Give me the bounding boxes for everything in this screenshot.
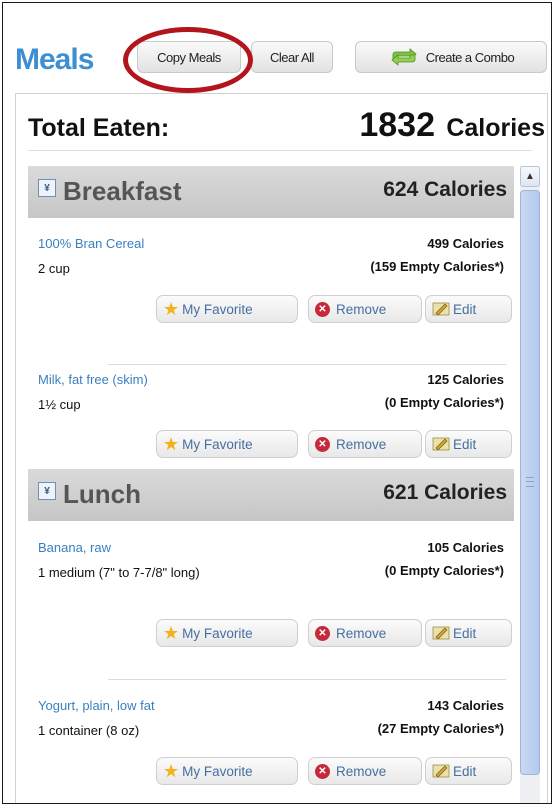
remove-button[interactable]: ✕ Remove bbox=[308, 619, 422, 647]
my-favorite-button[interactable]: ★ My Favorite bbox=[156, 757, 298, 785]
meal-list: ¥ Breakfast 624 Calories 100% Bran Cerea… bbox=[28, 166, 514, 803]
edit-button[interactable]: Edit bbox=[425, 619, 512, 647]
total-eaten-label: Total Eaten: bbox=[28, 114, 170, 142]
pencil-icon bbox=[432, 437, 450, 451]
edit-button[interactable]: Edit bbox=[425, 757, 512, 785]
food-calories: 105 Calories bbox=[427, 540, 504, 555]
meals-content: Total Eaten: 1832 Calories ¥ Breakfast 6… bbox=[15, 93, 548, 803]
food-serving: 1 container (8 oz) bbox=[38, 723, 140, 738]
cycle-arrows-icon bbox=[391, 48, 417, 66]
meal-calories: 624 Calories bbox=[383, 178, 507, 201]
pencil-icon bbox=[432, 302, 450, 316]
item-divider bbox=[108, 679, 506, 680]
collapse-icon[interactable]: ¥ bbox=[38, 482, 56, 500]
meal-header-lunch: ¥ Lunch 621 Calories bbox=[28, 469, 514, 521]
star-icon: ★ bbox=[163, 434, 180, 454]
meals-title: Meals bbox=[15, 43, 94, 76]
food-item: Banana, raw 1 medium (7" to 7-7/8" long)… bbox=[28, 540, 514, 656]
total-calories-unit: Calories bbox=[446, 114, 545, 142]
food-empty-calories: (0 Empty Calories*) bbox=[384, 395, 504, 410]
meal-header-breakfast: ¥ Breakfast 624 Calories bbox=[28, 166, 514, 218]
divider bbox=[28, 150, 532, 151]
vertical-scrollbar[interactable]: ▲ bbox=[520, 166, 540, 803]
remove-x-icon: ✕ bbox=[315, 763, 330, 779]
remove-x-icon: ✕ bbox=[315, 625, 330, 641]
remove-x-icon: ✕ bbox=[315, 301, 330, 317]
meal-name: Lunch bbox=[63, 479, 141, 509]
star-icon: ★ bbox=[163, 761, 180, 781]
pencil-icon bbox=[432, 626, 450, 640]
my-favorite-button[interactable]: ★ My Favorite bbox=[156, 430, 298, 458]
collapse-icon[interactable]: ¥ bbox=[38, 179, 56, 197]
my-favorite-label: My Favorite bbox=[182, 625, 253, 641]
item-divider bbox=[108, 364, 506, 365]
clear-all-button[interactable]: Clear All bbox=[251, 41, 333, 73]
food-serving: 1 medium (7" to 7-7/8" long) bbox=[38, 565, 200, 580]
food-calories: 499 Calories bbox=[427, 236, 504, 251]
edit-label: Edit bbox=[453, 625, 477, 641]
remove-button[interactable]: ✕ Remove bbox=[308, 430, 422, 458]
pencil-icon bbox=[432, 764, 450, 778]
remove-button[interactable]: ✕ Remove bbox=[308, 295, 422, 323]
food-name-link[interactable]: 100% Bran Cereal bbox=[38, 236, 144, 251]
remove-x-icon: ✕ bbox=[315, 436, 330, 452]
food-empty-calories: (27 Empty Calories*) bbox=[377, 721, 504, 736]
my-favorite-label: My Favorite bbox=[182, 301, 253, 317]
food-name-link[interactable]: Banana, raw bbox=[38, 540, 111, 555]
star-icon: ★ bbox=[163, 299, 180, 319]
remove-label: Remove bbox=[336, 301, 387, 317]
food-empty-calories: (159 Empty Calories*) bbox=[370, 259, 504, 274]
meals-panel: Meals Copy Meals Clear All Create a Comb… bbox=[2, 2, 552, 804]
food-item: Milk, fat free (skim) 1½ cup 125 Calorie… bbox=[28, 372, 514, 472]
my-favorite-label: My Favorite bbox=[182, 436, 253, 452]
remove-button[interactable]: ✕ Remove bbox=[308, 757, 422, 785]
my-favorite-label: My Favorite bbox=[182, 763, 253, 779]
star-icon: ★ bbox=[163, 623, 180, 643]
food-item: Yogurt, plain, low fat 1 container (8 oz… bbox=[28, 698, 514, 803]
food-name-link[interactable]: Milk, fat free (skim) bbox=[38, 372, 148, 387]
meals-toolbar: Meals Copy Meals Clear All Create a Comb… bbox=[3, 3, 551, 95]
create-combo-button[interactable]: Create a Combo bbox=[355, 41, 547, 73]
my-favorite-button[interactable]: ★ My Favorite bbox=[156, 295, 298, 323]
food-calories: 143 Calories bbox=[427, 698, 504, 713]
meal-name: Breakfast bbox=[63, 176, 182, 206]
food-empty-calories: (0 Empty Calories*) bbox=[384, 563, 504, 578]
edit-button[interactable]: Edit bbox=[425, 295, 512, 323]
create-combo-label: Create a Combo bbox=[425, 49, 515, 65]
remove-label: Remove bbox=[336, 436, 387, 452]
scroll-up-arrow-icon[interactable]: ▲ bbox=[520, 166, 540, 187]
food-name-link[interactable]: Yogurt, plain, low fat bbox=[38, 698, 155, 713]
edit-button[interactable]: Edit bbox=[425, 430, 512, 458]
remove-label: Remove bbox=[336, 625, 387, 641]
edit-label: Edit bbox=[453, 436, 477, 452]
my-favorite-button[interactable]: ★ My Favorite bbox=[156, 619, 298, 647]
highlight-circle bbox=[123, 27, 253, 93]
edit-label: Edit bbox=[453, 763, 477, 779]
scrollbar-thumb[interactable] bbox=[520, 190, 540, 775]
food-serving: 1½ cup bbox=[38, 397, 81, 412]
grip-icon bbox=[526, 477, 534, 487]
total-calories-value: 1832 bbox=[359, 106, 435, 144]
remove-label: Remove bbox=[336, 763, 387, 779]
food-calories: 125 Calories bbox=[427, 372, 504, 387]
food-serving: 2 cup bbox=[38, 261, 70, 276]
food-item: 100% Bran Cereal 2 cup 499 Calories (159… bbox=[28, 236, 514, 336]
edit-label: Edit bbox=[453, 301, 477, 317]
meal-calories: 621 Calories bbox=[383, 481, 507, 504]
